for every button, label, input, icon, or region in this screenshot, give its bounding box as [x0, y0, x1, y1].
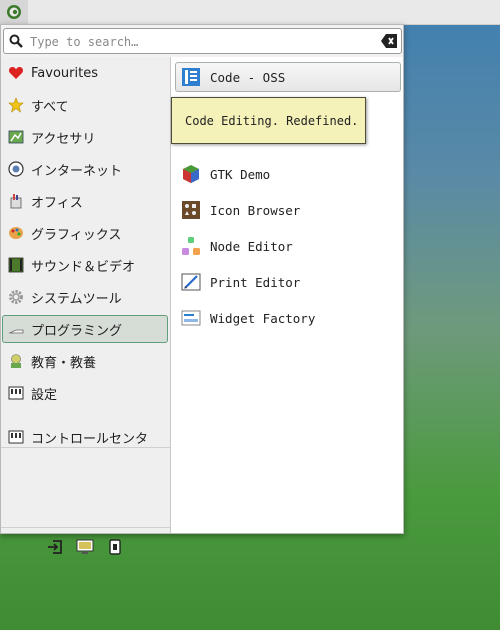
- category-label: コントロールセンタ: [31, 431, 149, 447]
- category-label: 設定: [31, 387, 58, 403]
- category-control-center[interactable]: コントロールセンタ: [2, 423, 168, 451]
- category-label: Favourites: [31, 65, 98, 81]
- settings-icon: [8, 385, 24, 401]
- separator: [1, 527, 170, 528]
- app-item-print-editor[interactable]: Print Editor: [175, 267, 401, 297]
- app-label: GTK Demo: [210, 166, 271, 182]
- app-label: Icon Browser: [210, 202, 301, 218]
- category-office[interactable]: オフィス: [2, 187, 168, 215]
- category-favourites[interactable]: Favourites: [2, 59, 168, 87]
- search-input[interactable]: [28, 32, 372, 52]
- app-item-gtk-demo[interactable]: GTK Demo: [175, 159, 401, 189]
- category-graphics[interactable]: グラフィックス: [2, 219, 168, 247]
- category-label: インターネット: [31, 163, 123, 179]
- control-center-icon: [8, 429, 24, 445]
- log-out-icon: [48, 540, 62, 554]
- category-label: オフィス: [31, 195, 83, 211]
- lock-screen-button[interactable]: [74, 536, 96, 558]
- tooltip-text: Code Editing. Redefined.: [185, 113, 359, 128]
- office-icon: [8, 193, 24, 209]
- star-icon: [8, 97, 24, 113]
- category-label: 教育・教養: [31, 355, 97, 371]
- accessories-icon: [8, 129, 24, 145]
- category-accessories[interactable]: アクセサリ: [2, 123, 168, 151]
- programming-icon: [8, 321, 24, 337]
- app-item-code-oss[interactable]: Code - OSS: [175, 62, 401, 92]
- category-label: システムツール: [31, 291, 122, 307]
- clear-search-icon[interactable]: [381, 34, 397, 48]
- category-all[interactable]: すべて: [2, 91, 168, 119]
- whisker-menu-button[interactable]: [0, 0, 28, 24]
- whisker-menu-icon: [7, 5, 21, 19]
- lock-screen-icon: [76, 539, 94, 554]
- category-label: アクセサリ: [31, 131, 96, 147]
- log-out-button[interactable]: [44, 536, 66, 558]
- globe-icon: [8, 161, 24, 177]
- palette-icon: [8, 225, 24, 241]
- category-education[interactable]: 教育・教養: [2, 347, 168, 375]
- search-box: [3, 28, 402, 54]
- app-label: Print Editor: [210, 274, 301, 290]
- app-label: Code - OSS: [210, 69, 286, 85]
- category-settings[interactable]: 設定: [2, 379, 168, 407]
- app-item-widget-factory[interactable]: Widget Factory: [175, 303, 401, 333]
- app-label: Node Editor: [210, 238, 293, 254]
- code-oss-icon: [180, 66, 202, 88]
- icon-browser-icon: [180, 199, 202, 221]
- app-label: Widget Factory: [210, 310, 316, 326]
- print-editor-icon: [180, 271, 202, 293]
- category-label: すべて: [31, 99, 69, 115]
- top-panel: [0, 0, 500, 25]
- app-item-icon-browser[interactable]: Icon Browser: [175, 195, 401, 225]
- widget-factory-icon: [180, 307, 202, 329]
- app-item-node-editor[interactable]: Node Editor: [175, 231, 401, 261]
- tooltip: Code Editing. Redefined.: [171, 97, 366, 144]
- node-editor-icon: [180, 235, 202, 257]
- category-label: サウンド＆ビデオ: [31, 259, 136, 275]
- film-icon: [8, 257, 24, 273]
- category-programming[interactable]: プログラミング: [2, 315, 168, 343]
- category-label: グラフィックス: [31, 227, 122, 243]
- education-icon: [8, 353, 24, 369]
- category-system-tools[interactable]: システムツール: [2, 283, 168, 311]
- category-sound-video[interactable]: サウンド＆ビデオ: [2, 251, 168, 279]
- heart-icon: [8, 65, 24, 81]
- category-internet[interactable]: インターネット: [2, 155, 168, 183]
- gtk-icon: [180, 163, 202, 185]
- switch-user-button[interactable]: [104, 536, 126, 558]
- gear-icon: [8, 289, 24, 305]
- category-list: Favourites すべて アクセサリ インターネット オフィス グラフィック…: [1, 57, 170, 555]
- switch-user-icon: [109, 539, 121, 555]
- category-label: プログラミング: [31, 323, 123, 339]
- search-icon: [9, 34, 23, 48]
